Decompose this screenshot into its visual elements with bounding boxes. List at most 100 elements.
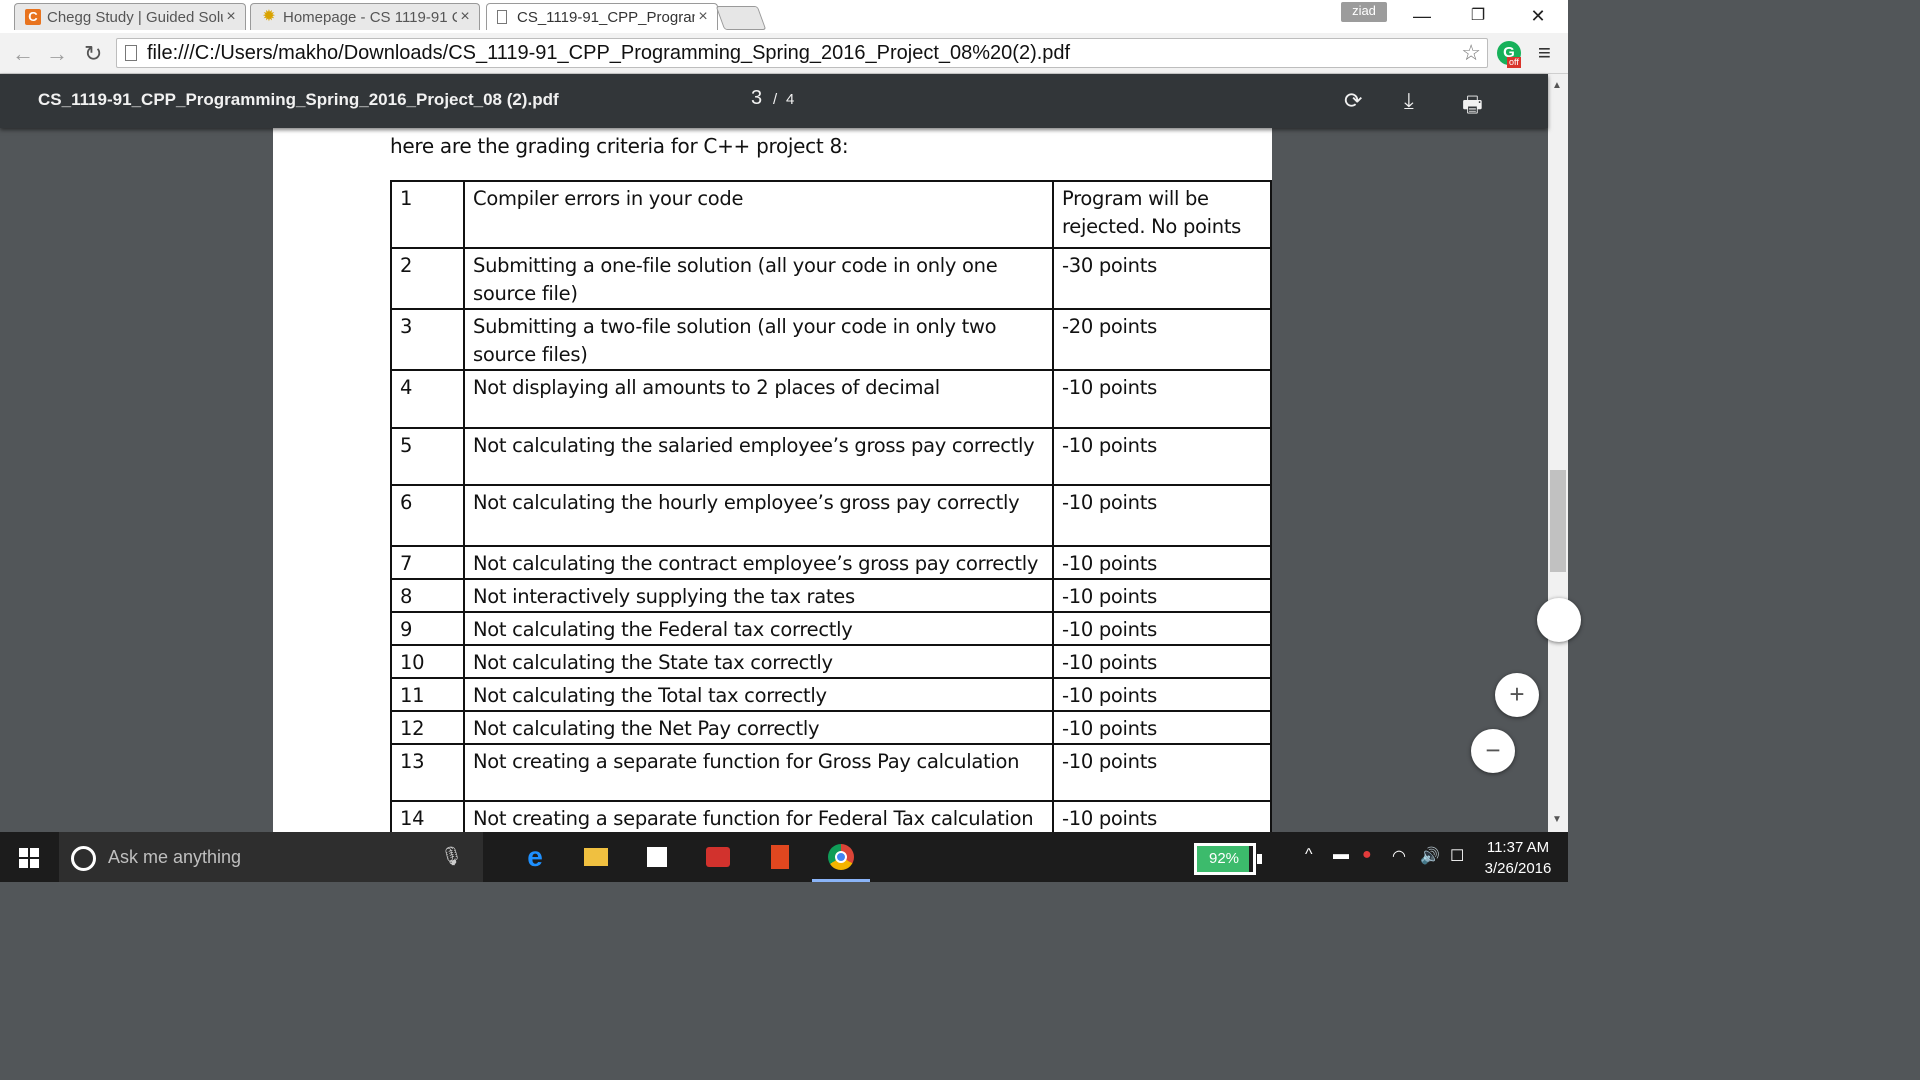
- vertical-scrollbar[interactable]: ▲ ▼: [1548, 74, 1568, 832]
- table-row: 1 Compiler errors in your code Program wil…: [390, 180, 1272, 249]
- cortana-icon: [71, 846, 96, 871]
- close-icon[interactable]: ×: [695, 8, 711, 26]
- app-icon[interactable]: [767, 844, 793, 870]
- grading-table: 1 Compiler errors in your code Program wil…: [390, 180, 1272, 832]
- chrome-icon[interactable]: [828, 844, 854, 870]
- address-bar[interactable]: file:///C:/Users/makho/Downloads/CS_1119…: [116, 38, 1488, 68]
- new-tab-button[interactable]: [715, 6, 767, 30]
- url-text[interactable]: file:///C:/Users/makho/Downloads/CS_1119…: [147, 42, 1070, 65]
- antivirus-icon[interactable]: ●: [1362, 846, 1372, 864]
- row-number: 10: [390, 644, 465, 679]
- notifications-icon[interactable]: ☐: [1450, 846, 1464, 866]
- penalty-cell: -10 points: [1052, 644, 1272, 679]
- extension-badge: off: [1507, 57, 1521, 68]
- page-total: 4: [786, 91, 795, 108]
- criterion-cell: Not interactively supplying the tax rate…: [463, 578, 1054, 613]
- scroll-down-icon[interactable]: ▼: [1552, 814, 1562, 825]
- tab-homepage[interactable]: ✹ Homepage - CS 1119-91 C ×: [250, 3, 480, 30]
- print-icon[interactable]: 🖶: [1462, 88, 1483, 126]
- row-number: 3: [390, 308, 465, 371]
- zoom-in-button[interactable]: +: [1495, 673, 1539, 717]
- volume-icon[interactable]: 🔊: [1420, 846, 1440, 866]
- criterion-cell: Compiler errors in your code: [463, 180, 1054, 249]
- close-icon[interactable]: ×: [223, 8, 239, 26]
- pdf-page: here are the grading criteria for C++ pr…: [273, 128, 1272, 832]
- wifi-icon[interactable]: ◠: [1392, 846, 1406, 866]
- cortana-search-box[interactable]: Ask me anything 🎙: [59, 832, 483, 882]
- table-row: 11 Not calculating the Total tax correctl…: [390, 677, 1272, 712]
- criterion-cell: Not calculating the contract employee’s …: [463, 545, 1054, 580]
- edge-icon[interactable]: e: [522, 843, 548, 871]
- row-number: 6: [390, 484, 465, 547]
- chegg-icon: C: [25, 9, 41, 25]
- reload-icon[interactable]: ↻: [84, 41, 102, 67]
- zoom-out-button[interactable]: −: [1471, 729, 1515, 773]
- system-clock[interactable]: 11:37 AM 3/26/2016: [1478, 837, 1558, 879]
- tab-label: CS_1119-91_CPP_Programm: [517, 8, 695, 26]
- reader-icon[interactable]: [705, 844, 731, 870]
- criterion-cell: Submitting a two-file solution (all your…: [463, 308, 1054, 371]
- tab-pdf[interactable]: CS_1119-91_CPP_Programm ×: [486, 3, 718, 30]
- criterion-cell: Not calculating the Net Pay correctly: [463, 710, 1054, 745]
- device-icon[interactable]: ▬: [1333, 846, 1349, 864]
- criterion-cell: Not creating a separate function for Fed…: [463, 800, 1054, 832]
- criterion-cell: Not creating a separate function for Gro…: [463, 743, 1054, 802]
- row-number: 13: [390, 743, 465, 802]
- criterion-cell: Not calculating the State tax correctly: [463, 644, 1054, 679]
- show-hidden-icons-icon[interactable]: ^: [1305, 846, 1313, 864]
- taskbar: Ask me anything 🎙 e 92% ^ ▬ ● ◠ 🔊 ☐ 11:3…: [0, 832, 1568, 882]
- page-number-input[interactable]: 3: [751, 87, 762, 110]
- row-number: 4: [390, 369, 465, 429]
- battery-percent: 92%: [1208, 850, 1240, 867]
- pdf-toolbar: CS_1119-91_CPP_Programming_Spring_2016_P…: [0, 74, 1548, 128]
- minimize-button[interactable]: —: [1402, 4, 1442, 28]
- tab-label: Homepage - CS 1119-91 C: [283, 8, 457, 26]
- penalty-cell: -10 points: [1052, 545, 1272, 580]
- clock-date: 3/26/2016: [1484, 860, 1552, 877]
- criterion-cell: Not calculating the hourly employee’s gr…: [463, 484, 1054, 547]
- page-icon: [125, 45, 137, 61]
- penalty-cell: -20 points: [1052, 308, 1272, 371]
- close-window-button[interactable]: ✕: [1518, 4, 1558, 28]
- tab-chegg[interactable]: C Chegg Study | Guided Solu ×: [14, 3, 246, 30]
- criterion-cell: Not calculating the Total tax correctly: [463, 677, 1054, 712]
- penalty-cell: -10 points: [1052, 611, 1272, 646]
- menu-icon[interactable]: ≡: [1538, 40, 1551, 66]
- clock-time: 11:37 AM: [1486, 839, 1550, 856]
- download-icon[interactable]: ⤓: [1404, 88, 1414, 114]
- penalty-cell: -10 points: [1052, 578, 1272, 613]
- penalty-cell: -10 points: [1052, 427, 1272, 486]
- battery-indicator[interactable]: 92%: [1194, 843, 1262, 875]
- row-number: 5: [390, 427, 465, 486]
- row-number: 12: [390, 710, 465, 745]
- scrollbar-thumb[interactable]: [1550, 470, 1566, 572]
- penalty-cell: -10 points: [1052, 369, 1272, 429]
- table-row: 7 Not calculating the contract employee’s…: [390, 545, 1272, 580]
- table-row: 9 Not calculating the Federal tax correct…: [390, 611, 1272, 646]
- page-icon: [497, 10, 507, 24]
- file-explorer-icon[interactable]: [583, 844, 609, 870]
- row-number: 2: [390, 247, 465, 310]
- restore-button[interactable]: ❐: [1458, 4, 1498, 28]
- penalty-cell: -10 points: [1052, 800, 1272, 832]
- rotate-icon[interactable]: ⟳: [1344, 88, 1362, 114]
- criterion-cell: Submitting a one-file solution (all your…: [463, 247, 1054, 310]
- penalty-cell: -10 points: [1052, 484, 1272, 547]
- table-row: 6 Not calculating the hourly employee’s g…: [390, 484, 1272, 547]
- store-icon[interactable]: [644, 844, 670, 870]
- row-number: 14: [390, 800, 465, 832]
- table-row: 12 Not calculating the Net Pay correctly -…: [390, 710, 1272, 745]
- scroll-up-icon[interactable]: ▲: [1552, 80, 1562, 91]
- fit-page-button[interactable]: [1537, 598, 1581, 642]
- forward-icon[interactable]: →: [46, 41, 68, 67]
- penalty-cell: -10 points: [1052, 710, 1272, 745]
- microphone-icon[interactable]: 🎙: [440, 846, 463, 867]
- bookmark-star-icon[interactable]: ☆: [1461, 40, 1481, 66]
- browser-toolbar: ← → ↻ file:///C:/Users/makho/Downloads/C…: [0, 33, 1568, 74]
- row-number: 9: [390, 611, 465, 646]
- close-icon[interactable]: ×: [457, 8, 473, 26]
- criterion-cell: Not displaying all amounts to 2 places o…: [463, 369, 1054, 429]
- windows-start-icon[interactable]: [19, 848, 39, 868]
- profile-badge[interactable]: ziad: [1341, 2, 1387, 22]
- back-icon[interactable]: ←: [12, 41, 34, 67]
